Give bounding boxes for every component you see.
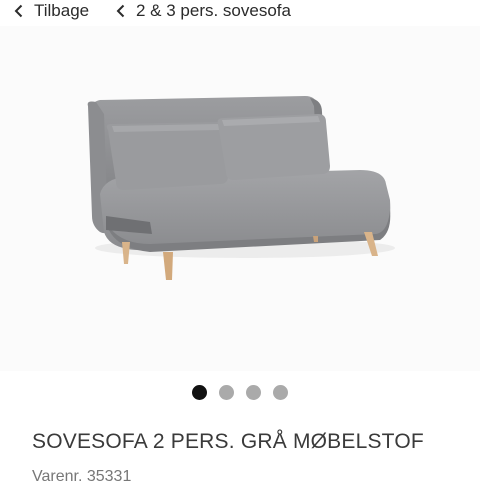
gallery-dot-3[interactable] [246, 385, 261, 400]
breadcrumb-label: 2 & 3 pers. sovesofa [136, 1, 291, 20]
back-link-label: Tilbage [34, 1, 90, 20]
gallery-dot-4[interactable] [273, 385, 288, 400]
chevron-left-icon [116, 1, 130, 21]
top-navigation: Tilbage 2 & 3 pers. sovesofa [0, 0, 480, 26]
gallery-pagination [0, 385, 480, 400]
chevron-left-icon [14, 1, 28, 21]
product-image-gallery[interactable] [0, 26, 480, 371]
back-link[interactable]: Tilbage [14, 1, 89, 21]
gallery-dot-2[interactable] [219, 385, 234, 400]
gallery-dot-1[interactable] [192, 385, 207, 400]
breadcrumb-link[interactable]: 2 & 3 pers. sovesofa [116, 1, 291, 21]
sofa-product-image [87, 96, 395, 280]
product-sku: Varenr. 35331 [32, 468, 132, 485]
product-title: SOVESOFA 2 PERS. GRÅ MØBELSTOF [32, 430, 424, 453]
